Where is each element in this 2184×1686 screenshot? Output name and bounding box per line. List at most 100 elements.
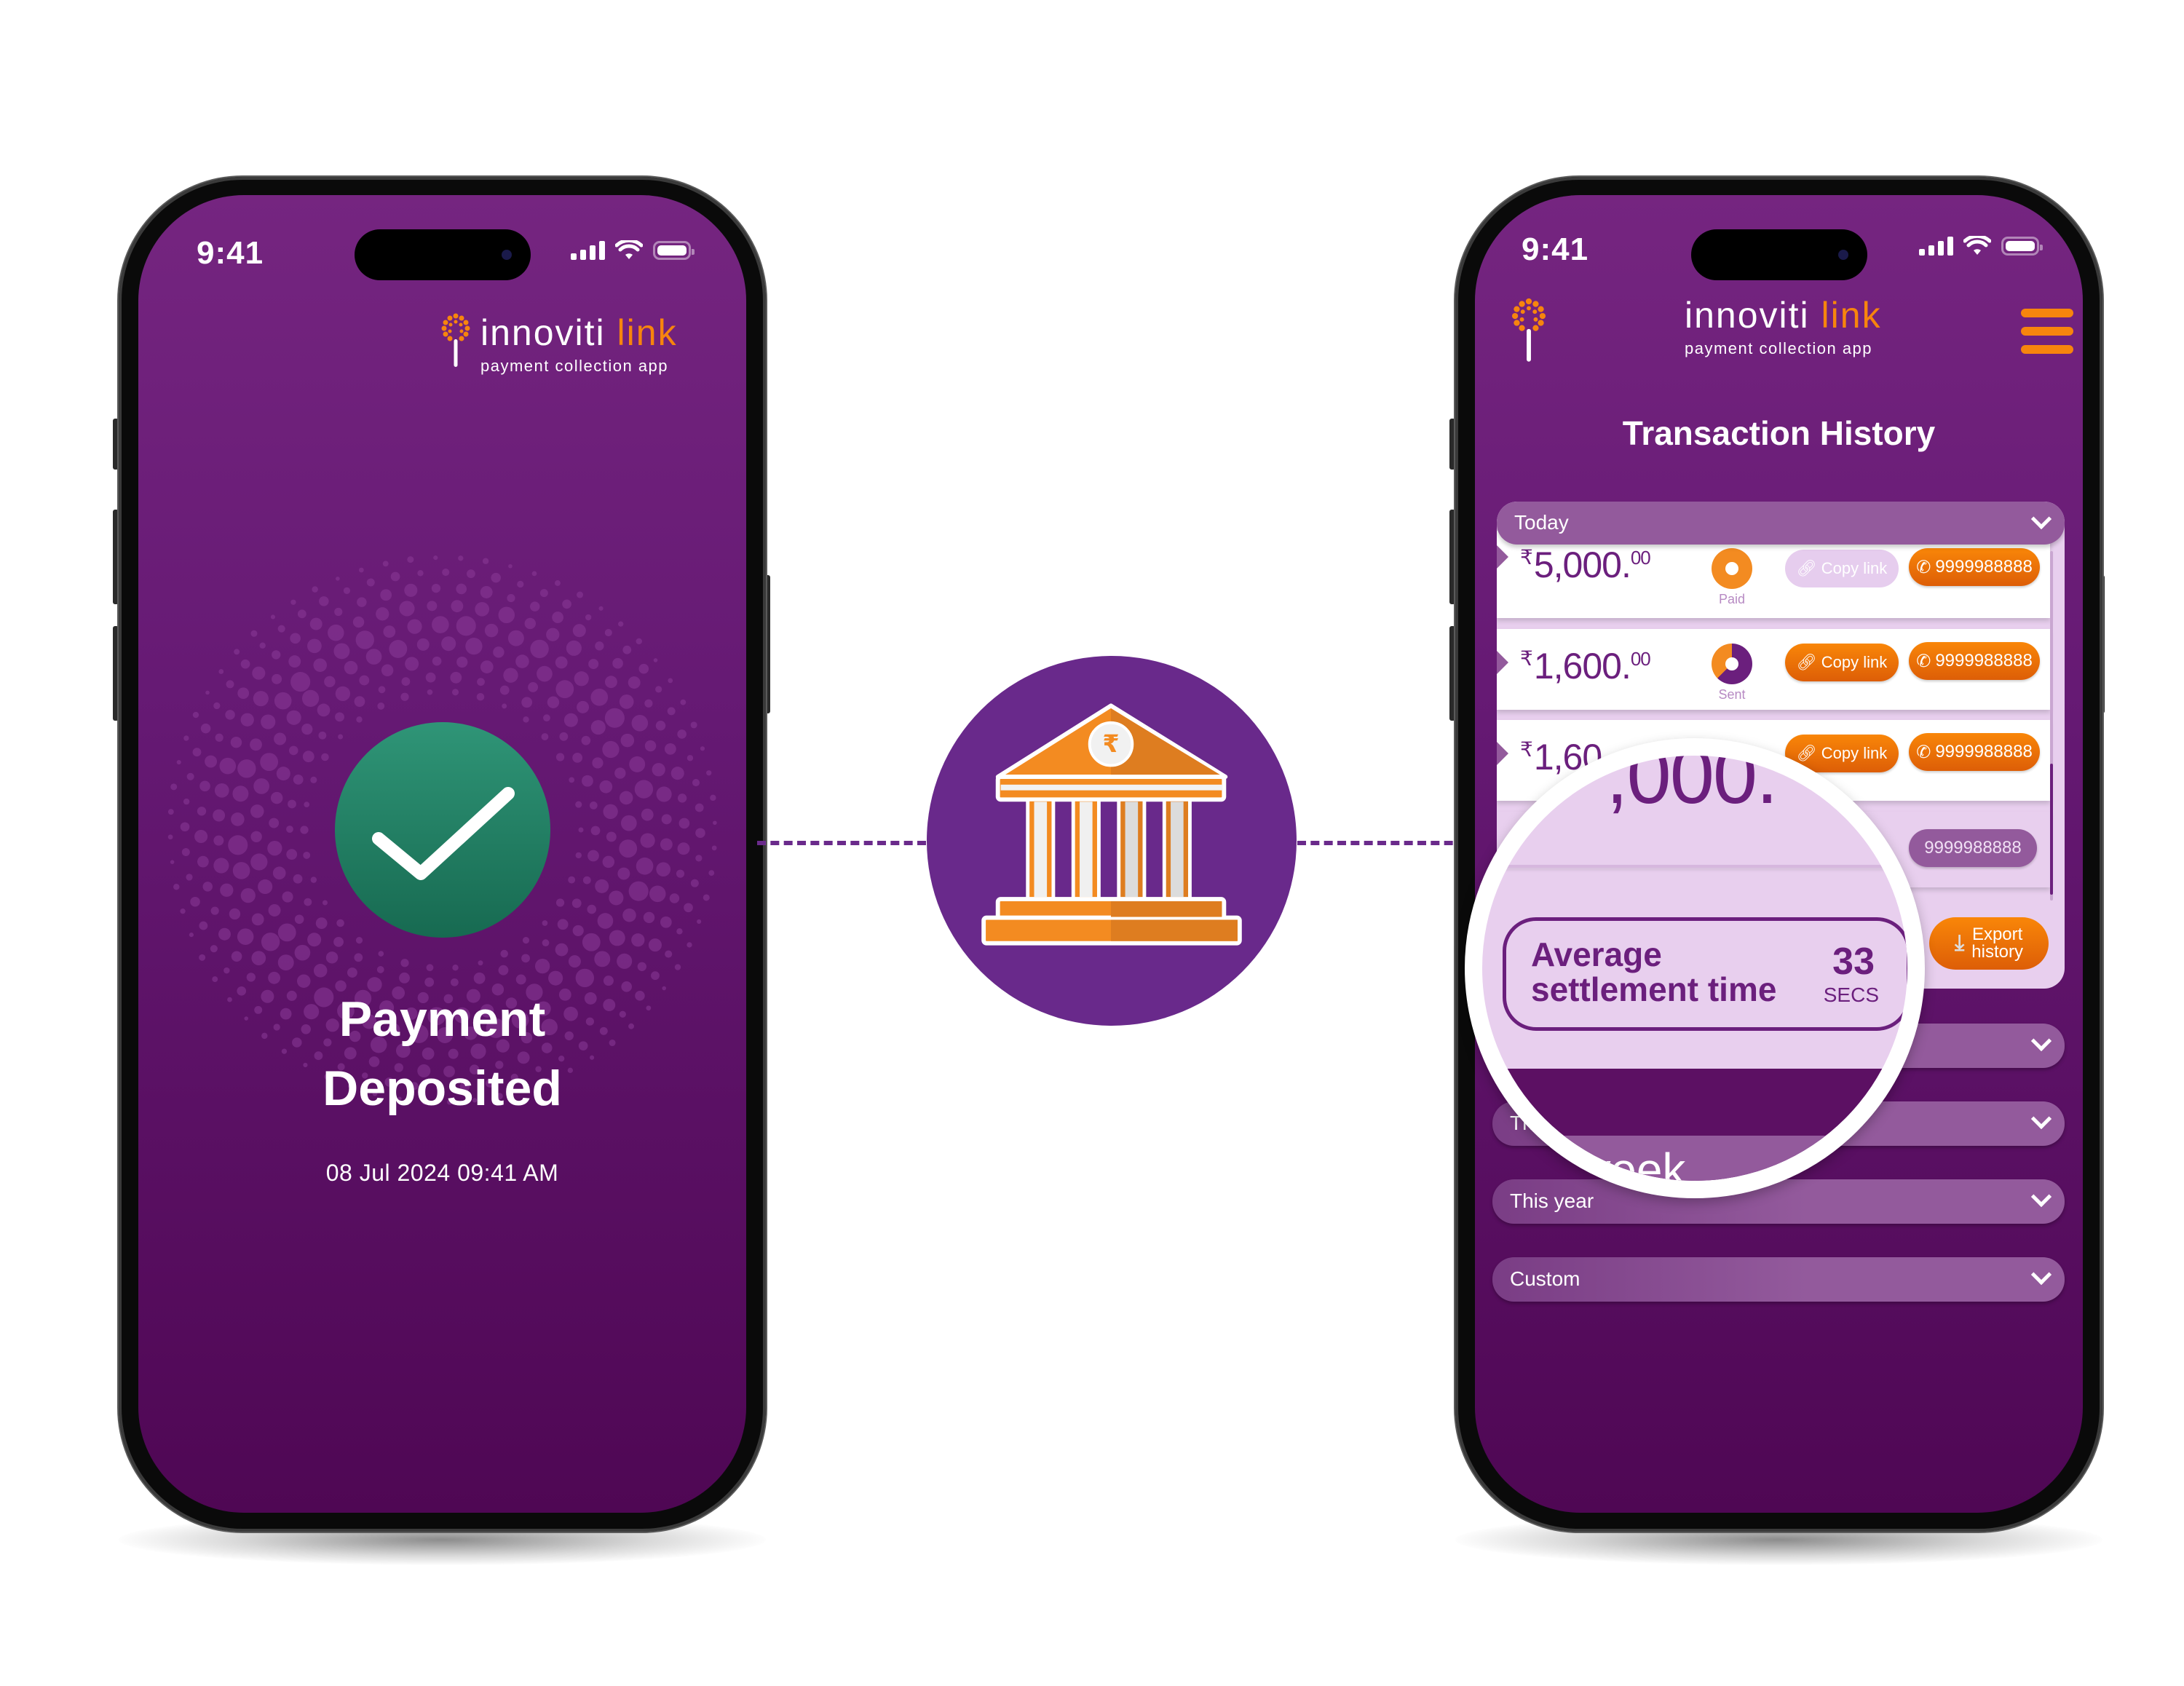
decorative-dot — [465, 637, 483, 655]
decorative-dot — [294, 914, 304, 925]
decorative-dot — [277, 923, 296, 942]
decorative-dot — [352, 616, 365, 628]
decorative-dot — [641, 808, 654, 821]
decorative-dot — [592, 757, 604, 769]
decorative-dot — [638, 663, 649, 674]
decorative-dot — [401, 677, 411, 686]
decorative-dot — [335, 712, 344, 722]
decorative-dot — [568, 876, 576, 884]
decorative-dot — [354, 953, 363, 962]
decorative-dot — [660, 916, 672, 928]
decorative-dot — [678, 818, 690, 829]
decorative-dot — [703, 894, 710, 901]
transaction-row[interactable]: ₹1,600.00 Sent 🔗︎ Copy link ✆ 9999988888 — [1497, 629, 2050, 710]
decorative-dot — [456, 583, 467, 595]
today-section-header[interactable]: Today — [1497, 502, 2065, 545]
decorative-dot — [571, 898, 582, 909]
decorative-dot — [358, 567, 364, 573]
settlement-unit: SECS — [1823, 984, 1879, 1006]
decorative-dot — [644, 699, 653, 708]
copy-link-button[interactable]: 🔗︎ Copy link — [1785, 644, 1899, 681]
innoviti-logo-icon[interactable] — [1510, 297, 1548, 363]
decorative-dot — [390, 571, 400, 582]
decorative-dot — [376, 607, 389, 621]
decorative-dot — [220, 883, 234, 897]
decorative-dot — [404, 583, 418, 597]
decorative-dot — [695, 855, 703, 862]
decorative-dot — [228, 835, 248, 855]
decorative-dot — [620, 815, 637, 831]
decorative-dot — [317, 703, 331, 717]
decorative-dot — [602, 740, 620, 759]
decorative-dot — [250, 630, 258, 637]
decorative-dot — [304, 802, 310, 807]
decorative-dot — [522, 937, 530, 944]
decorative-dot — [189, 933, 194, 938]
decorative-dot — [528, 682, 539, 692]
decorative-dot — [232, 785, 249, 802]
decorative-dot — [336, 577, 340, 581]
decorative-dot — [612, 657, 623, 669]
camera-icon — [501, 250, 512, 260]
decorative-dot — [277, 954, 294, 971]
decorative-dot — [604, 676, 617, 689]
decorative-dot — [290, 633, 301, 644]
scrollbar-thumb[interactable] — [2050, 764, 2053, 895]
decorative-dot — [498, 965, 509, 975]
decorative-dot — [667, 707, 676, 716]
left-phone-screen: 9:41 innoviti link payment collection ap… — [138, 195, 746, 1513]
section-this-year[interactable]: This year — [1492, 1179, 2065, 1224]
copy-link-button[interactable]: 🔗︎ Copy link — [1785, 550, 1899, 587]
decorative-dot — [590, 689, 609, 706]
section-custom[interactable]: Custom — [1492, 1257, 2065, 1302]
call-button[interactable]: ✆ 9999988888 — [1909, 733, 2040, 771]
decorative-dot — [452, 964, 459, 971]
decorative-dot — [192, 711, 199, 719]
decorative-dot — [213, 835, 224, 846]
export-history-button[interactable]: ⤓ Export history — [1929, 917, 2049, 970]
bank-badge: ₹ — [927, 656, 1297, 1026]
decorative-dot — [407, 556, 414, 563]
decorative-dot — [684, 903, 693, 913]
decorative-dot — [620, 733, 635, 748]
decorative-dot — [205, 755, 218, 768]
decorative-dot — [260, 753, 279, 772]
decorative-dot — [400, 692, 409, 701]
decorative-dot — [210, 906, 219, 915]
decorative-dot — [695, 828, 705, 838]
decorative-dot — [380, 589, 392, 601]
decorative-dot — [270, 614, 276, 620]
decorative-dot — [272, 866, 286, 880]
status-icons — [571, 240, 695, 261]
decorative-dot — [307, 933, 322, 947]
decorative-dot — [555, 898, 565, 907]
decorative-dot — [643, 911, 655, 923]
decorative-dot — [634, 780, 654, 799]
decorative-dot — [668, 678, 673, 684]
decorative-dot — [628, 676, 641, 689]
call-button[interactable]: ✆ 9999988888 — [1909, 548, 2040, 586]
decorative-dot — [399, 972, 410, 984]
decorative-dot — [680, 699, 687, 705]
decorative-dot — [651, 971, 660, 981]
decorative-dot — [199, 780, 210, 792]
decorative-dot — [354, 696, 365, 708]
connector-line-left — [757, 841, 926, 845]
decorative-dot — [595, 641, 604, 651]
decorative-dot — [674, 964, 681, 970]
call-button[interactable]: 9999988888 — [1909, 829, 2037, 867]
decorative-dot — [577, 700, 590, 713]
hamburger-icon[interactable] — [2021, 309, 2073, 363]
decorative-dot — [619, 839, 638, 858]
decorative-dot — [167, 809, 174, 815]
decorative-dot — [359, 675, 370, 686]
brand-name: innoviti — [480, 312, 606, 353]
call-button[interactable]: ✆ 9999988888 — [1909, 642, 2040, 680]
success-badge — [335, 722, 550, 938]
decorative-dot — [574, 671, 589, 686]
decorative-dot — [710, 794, 716, 802]
decorative-dot — [200, 723, 211, 734]
decorative-dot — [656, 862, 671, 877]
decorative-dot — [307, 638, 322, 654]
decorative-dot — [213, 858, 229, 874]
